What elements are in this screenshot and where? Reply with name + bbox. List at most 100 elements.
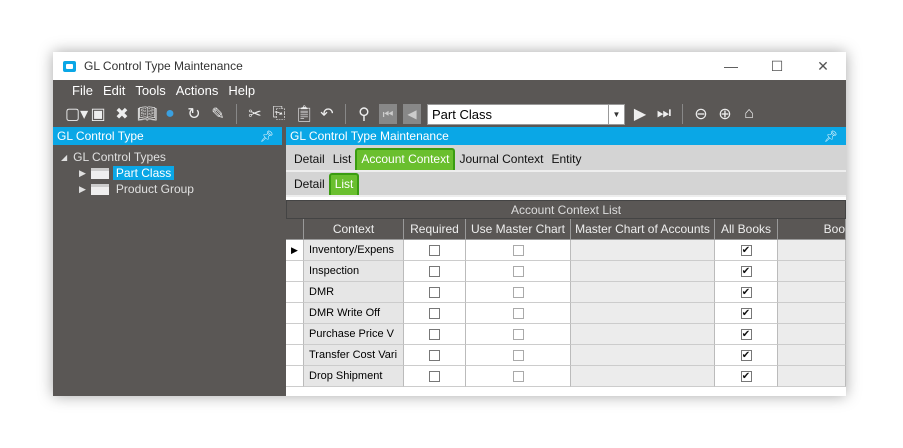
book-cell[interactable]	[778, 303, 846, 324]
back-icon[interactable]: ⊖	[692, 104, 710, 124]
subtab-list[interactable]: List	[328, 173, 360, 195]
required-cell[interactable]	[404, 282, 466, 303]
table-row[interactable]: Inspection ✔	[286, 261, 846, 282]
checkbox[interactable]	[429, 307, 440, 319]
checkbox[interactable]	[429, 370, 440, 382]
book-cell[interactable]	[778, 345, 846, 366]
last-record-icon[interactable]: ⏭	[655, 105, 673, 123]
checkbox[interactable]	[512, 328, 524, 340]
comment-icon[interactable]: ●	[161, 105, 179, 123]
table-row[interactable]: DMR Write Off ✔	[286, 303, 846, 324]
all-books-cell[interactable]: ✔	[715, 240, 778, 261]
column-header[interactable]: Master Chart of Accounts	[571, 219, 715, 240]
context-cell[interactable]: Inventory/Expens	[304, 240, 404, 261]
first-record-icon[interactable]: ⏮	[379, 104, 397, 124]
book-cell[interactable]	[778, 324, 846, 345]
all-books-cell[interactable]: ✔	[715, 303, 778, 324]
tree-item-part-class[interactable]: ▶ Part Class	[53, 165, 282, 181]
master-chart-cell[interactable]	[571, 282, 715, 303]
collapsed-icon[interactable]: ▶	[79, 168, 86, 179]
minimize-button[interactable]: —	[708, 52, 754, 80]
subtab-detail[interactable]: Detail	[290, 177, 329, 195]
column-header[interactable]: Use Master Chart	[466, 219, 571, 240]
use-master-chart-cell[interactable]	[466, 366, 571, 387]
close-button[interactable]: ✕	[800, 52, 846, 80]
next-record-icon[interactable]: ▶	[631, 104, 649, 124]
all-books-cell[interactable]: ✔	[715, 366, 778, 387]
tree-item-product-group[interactable]: ▶ Product Group	[53, 181, 282, 197]
required-cell[interactable]	[404, 303, 466, 324]
use-master-chart-cell[interactable]	[466, 324, 571, 345]
undo-icon[interactable]: ↶	[318, 104, 336, 124]
required-cell[interactable]	[404, 324, 466, 345]
context-cell[interactable]: Inspection	[304, 261, 404, 282]
menu-actions[interactable]: Actions	[171, 83, 224, 98]
required-cell[interactable]	[404, 345, 466, 366]
column-header[interactable]: Required	[404, 219, 466, 240]
checkbox[interactable]: ✔	[740, 286, 752, 298]
checkbox[interactable]	[512, 265, 524, 277]
checkbox[interactable]: ✔	[740, 349, 752, 361]
menu-file[interactable]: File	[67, 83, 98, 98]
use-master-chart-cell[interactable]	[466, 261, 571, 282]
cut-icon[interactable]: ✂	[246, 104, 264, 124]
all-books-cell[interactable]: ✔	[715, 282, 778, 303]
tab-account-context[interactable]: Account Context	[355, 148, 456, 170]
previous-record-icon[interactable]: ◀	[403, 104, 421, 124]
checkbox[interactable]	[429, 328, 440, 340]
tab-journal-context[interactable]: Journal Context	[455, 152, 547, 170]
master-chart-cell[interactable]	[571, 345, 715, 366]
table-row[interactable]: Drop Shipment ✔	[286, 366, 846, 387]
required-cell[interactable]	[404, 366, 466, 387]
search-icon[interactable]: ⚲	[355, 104, 373, 124]
checkbox[interactable]: ✔	[740, 307, 752, 319]
menu-help[interactable]: Help	[223, 83, 260, 98]
delete-icon[interactable]: ✖	[113, 104, 131, 124]
required-cell[interactable]	[404, 240, 466, 261]
column-header[interactable]: Boo	[778, 219, 846, 240]
forward-icon[interactable]: ⊕	[716, 104, 734, 124]
checkbox[interactable]	[512, 286, 524, 298]
use-master-chart-cell[interactable]	[466, 240, 571, 261]
context-cell[interactable]: Purchase Price V	[304, 324, 404, 345]
refresh-icon[interactable]: ↻	[185, 104, 203, 124]
checkbox[interactable]	[512, 370, 524, 382]
book-cell[interactable]	[778, 240, 846, 261]
paste-icon[interactable]: 📋︎	[294, 104, 314, 124]
context-cell[interactable]: DMR Write Off	[304, 303, 404, 324]
checkbox[interactable]	[512, 349, 524, 361]
expand-icon[interactable]: ◢	[61, 153, 67, 162]
checkbox[interactable]	[429, 349, 440, 361]
context-cell[interactable]: Drop Shipment	[304, 366, 404, 387]
menu-tools[interactable]: Tools	[130, 83, 170, 98]
context-cell[interactable]: DMR	[304, 282, 404, 303]
maximize-button[interactable]: ☐	[754, 52, 800, 80]
checkbox[interactable]	[429, 265, 440, 277]
use-master-chart-cell[interactable]	[466, 345, 571, 366]
checkbox[interactable]	[512, 244, 524, 256]
master-chart-cell[interactable]	[571, 366, 715, 387]
save-icon[interactable]: ▣	[89, 104, 107, 124]
column-header[interactable]: All Books	[715, 219, 778, 240]
master-chart-cell[interactable]	[571, 240, 715, 261]
tab-list[interactable]: List	[329, 152, 356, 170]
all-books-cell[interactable]: ✔	[715, 324, 778, 345]
table-row[interactable]: DMR ✔	[286, 282, 846, 303]
checkbox[interactable]: ✔	[740, 265, 752, 277]
checkbox[interactable]	[429, 286, 440, 298]
required-cell[interactable]	[404, 261, 466, 282]
collapsed-icon[interactable]: ▶	[79, 184, 86, 195]
book-cell[interactable]	[778, 282, 846, 303]
table-row[interactable]: Purchase Price V ✔	[286, 324, 846, 345]
pin-icon[interactable]: 📌︎	[260, 130, 274, 143]
menu-edit[interactable]: Edit	[98, 83, 130, 98]
checkbox[interactable]	[512, 307, 524, 319]
all-books-cell[interactable]: ✔	[715, 261, 778, 282]
pin-icon[interactable]: 📌︎	[824, 130, 838, 143]
new-icon[interactable]: ▢▾	[65, 104, 88, 124]
chevron-down-icon[interactable]: ▼	[608, 104, 624, 124]
use-master-chart-cell[interactable]	[466, 303, 571, 324]
use-master-chart-cell[interactable]	[466, 282, 571, 303]
tree-root[interactable]: ◢ GL Control Types	[53, 149, 282, 165]
table-row[interactable]: ▶ Inventory/Expens ✔	[286, 240, 846, 261]
